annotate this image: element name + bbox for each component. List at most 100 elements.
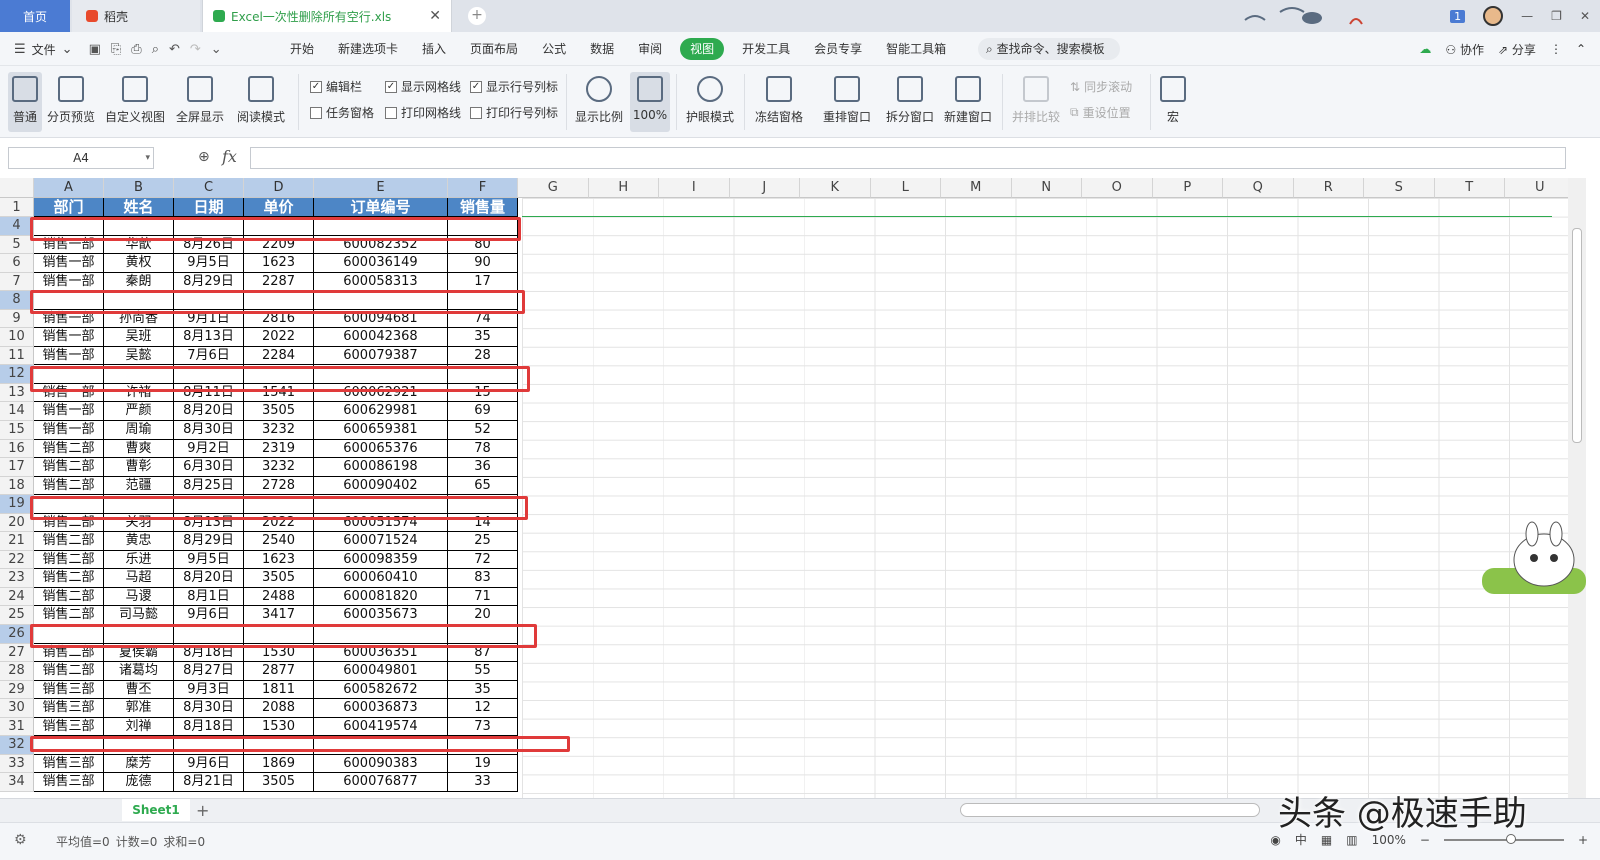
- table-cell[interactable]: 9月3日: [174, 680, 244, 699]
- table-cell[interactable]: 600081820: [314, 587, 448, 606]
- column-header[interactable]: I: [659, 178, 730, 198]
- table-cell[interactable]: 65: [448, 476, 518, 495]
- table-cell[interactable]: 600065376: [314, 439, 448, 458]
- sheet-tab[interactable]: Sheet1: [122, 799, 190, 821]
- chevron-down-icon[interactable]: ▾: [145, 148, 150, 168]
- row-header[interactable]: 20: [0, 513, 34, 533]
- table-cell[interactable]: 7月6日: [174, 346, 244, 365]
- column-header[interactable]: A: [34, 178, 104, 198]
- table-cell[interactable]: 3505: [244, 402, 314, 421]
- row-header[interactable]: 4: [0, 217, 34, 236]
- more-options-icon[interactable]: ⋮: [1550, 42, 1562, 56]
- table-cell[interactable]: 8月21日: [174, 773, 244, 791]
- table-cell[interactable]: 销售一部: [34, 272, 104, 291]
- column-header[interactable]: C: [174, 178, 244, 198]
- column-header[interactable]: T: [1434, 178, 1505, 198]
- menu-tab-item[interactable]: 公式: [530, 38, 578, 60]
- table-cell[interactable]: 销售一部: [34, 421, 104, 439]
- table-cell[interactable]: 严颜: [104, 402, 174, 421]
- row-header[interactable]: 14: [0, 402, 34, 422]
- column-header[interactable]: J: [729, 178, 800, 198]
- table-cell[interactable]: 销售二部: [34, 532, 104, 550]
- menu-tab-item[interactable]: 智能工具箱: [874, 38, 958, 60]
- table-cell[interactable]: 17: [448, 272, 518, 291]
- table-cell[interactable]: 2022: [244, 328, 314, 346]
- menu-tab-item[interactable]: 页面布局: [458, 38, 530, 60]
- row-header[interactable]: 21: [0, 532, 34, 551]
- table-cell[interactable]: 黄忠: [104, 532, 174, 550]
- column-header[interactable]: M: [941, 178, 1012, 198]
- table-cell[interactable]: 马超: [104, 569, 174, 587]
- row-header[interactable]: 7: [0, 272, 34, 292]
- table-cell[interactable]: 12: [448, 699, 518, 717]
- table-cell[interactable]: 600042368: [314, 328, 448, 346]
- hamburger-icon[interactable]: ☰: [14, 42, 26, 57]
- table-cell[interactable]: 1811: [244, 680, 314, 699]
- horizontal-scrollbar[interactable]: [960, 803, 1260, 817]
- table-cell[interactable]: 销售量: [448, 198, 518, 216]
- table-cell[interactable]: 黄权: [104, 254, 174, 272]
- table-cell[interactable]: 刘禅: [104, 717, 174, 736]
- row-header[interactable]: 16: [0, 439, 34, 459]
- tab-daoke[interactable]: 稻壳: [72, 0, 200, 32]
- print-preview-icon[interactable]: ⌕: [152, 42, 159, 57]
- table-cell[interactable]: 马谡: [104, 587, 174, 606]
- table-cell[interactable]: 600090402: [314, 476, 448, 495]
- table-cell[interactable]: 71: [448, 587, 518, 606]
- row-header[interactable]: 31: [0, 717, 34, 737]
- reset-position-button[interactable]: ⧉ 重设位置: [1070, 104, 1131, 121]
- close-window-icon[interactable]: ✕: [1580, 9, 1590, 23]
- freeze-panes-button[interactable]: 冻结窗格: [750, 72, 808, 132]
- edit-bar-checkbox[interactable]: ✓ 编辑栏: [310, 78, 362, 95]
- new-tab-button[interactable]: +: [468, 7, 486, 25]
- table-cell[interactable]: 9月5日: [174, 254, 244, 272]
- table-cell[interactable]: 600659381: [314, 421, 448, 439]
- table-cell[interactable]: 600049801: [314, 662, 448, 680]
- arrange-windows-button[interactable]: 重排窗口: [818, 72, 876, 132]
- table-cell[interactable]: 2319: [244, 439, 314, 458]
- column-header[interactable]: O: [1082, 178, 1153, 198]
- table-cell[interactable]: 周瑜: [104, 421, 174, 439]
- page-break-preview-button[interactable]: 分页预览: [46, 72, 96, 132]
- table-cell[interactable]: 35: [448, 328, 518, 346]
- column-header[interactable]: U: [1505, 178, 1568, 198]
- table-cell[interactable]: 78: [448, 439, 518, 458]
- table-cell[interactable]: 2877: [244, 662, 314, 680]
- table-cell[interactable]: 1869: [244, 754, 314, 773]
- table-cell[interactable]: 销售二部: [34, 606, 104, 625]
- row-header[interactable]: 10: [0, 328, 34, 347]
- cloud-sync-icon[interactable]: ☁: [1419, 42, 1431, 56]
- redo-icon[interactable]: ↷: [190, 42, 201, 57]
- collapse-ribbon-icon[interactable]: ⌃: [1576, 42, 1586, 56]
- table-cell[interactable]: 诸葛均: [104, 662, 174, 680]
- table-cell[interactable]: 销售一部: [34, 328, 104, 346]
- row-header[interactable]: 34: [0, 773, 34, 792]
- table-cell[interactable]: 销售二部: [34, 587, 104, 606]
- add-sheet-button[interactable]: +: [196, 801, 209, 820]
- table-cell[interactable]: 55: [448, 662, 518, 680]
- row-header[interactable]: 15: [0, 421, 34, 440]
- table-cell[interactable]: 6月30日: [174, 458, 244, 476]
- more-icon[interactable]: ⌄: [211, 42, 222, 57]
- table-cell[interactable]: 600629981: [314, 402, 448, 421]
- column-header[interactable]: P: [1152, 178, 1223, 198]
- table-cell[interactable]: 90: [448, 254, 518, 272]
- row-header[interactable]: 8: [0, 291, 34, 310]
- table-cell[interactable]: 8月20日: [174, 569, 244, 587]
- menu-tab-item[interactable]: 会员专享: [802, 38, 874, 60]
- row-header[interactable]: 9: [0, 309, 34, 329]
- table-cell[interactable]: 25: [448, 532, 518, 550]
- cooperate-button[interactable]: ⚇ 协作: [1445, 41, 1484, 58]
- table-cell[interactable]: 范疆: [104, 476, 174, 495]
- show-gridlines-checkbox[interactable]: ✓ 显示网格线: [385, 78, 461, 95]
- split-window-button[interactable]: 拆分窗口: [884, 72, 936, 132]
- table-cell[interactable]: 销售三部: [34, 754, 104, 773]
- table-cell[interactable]: 2728: [244, 476, 314, 495]
- table-cell[interactable]: 2287: [244, 272, 314, 291]
- table-cell[interactable]: 600036873: [314, 699, 448, 717]
- table-cell[interactable]: 销售二部: [34, 662, 104, 680]
- row-header[interactable]: 12: [0, 365, 34, 384]
- table-cell[interactable]: 600582672: [314, 680, 448, 699]
- column-header[interactable]: R: [1293, 178, 1364, 198]
- table-cell[interactable]: 3417: [244, 606, 314, 625]
